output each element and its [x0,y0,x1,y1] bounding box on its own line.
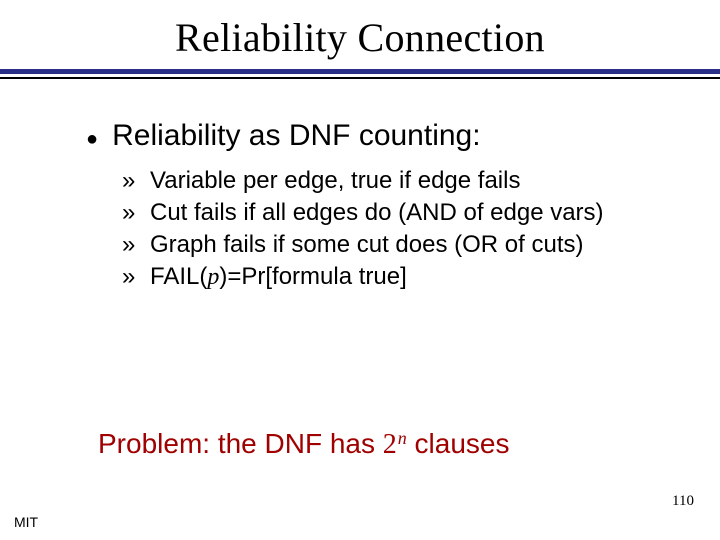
sub-bullet-text-post: )=Pr[formula true] [219,263,406,290]
bullet-level1-text: Reliability as DNF counting: [112,119,480,153]
bullet-level1: ● Reliability as DNF counting: [86,119,672,153]
problem-pre: Problem: the DNF has [98,428,383,459]
rule-thick [0,69,720,74]
sub-bullet-item: » Cut fails if all edges do (AND of edge… [122,199,672,227]
problem-line: Problem: the DNF has 2n clauses [98,428,510,461]
sub-bullet-item: » FAIL(p)=Pr[formula true] [122,263,672,291]
sub-bullet-text: Cut fails if all edges do (AND of edge v… [150,199,604,227]
footer-mit: MIT [14,514,38,530]
problem-base: 2 [383,429,397,460]
sub-bullet-text-pre: FAIL( [150,263,207,290]
title-rule [0,69,720,79]
sub-bullet-text: Graph fails if some cut does (OR of cuts… [150,231,584,259]
raquo-icon: » [122,167,142,195]
slide-title: Reliability Connection [0,0,720,61]
page-number: 110 [672,493,694,510]
slide: Reliability Connection ● Reliability as … [0,0,720,540]
raquo-icon: » [122,231,142,259]
problem-exp: n [398,428,407,448]
slide-body: ● Reliability as DNF counting: » Variabl… [0,79,720,291]
raquo-icon: » [122,263,142,291]
bullet-dot-icon: ● [86,129,98,149]
sub-bullet-list: » Variable per edge, true if edge fails … [122,167,672,291]
sub-bullet-text: FAIL(p)=Pr[formula true] [150,263,407,291]
raquo-icon: » [122,199,142,227]
sub-bullet-text: Variable per edge, true if edge fails [150,167,520,195]
sub-bullet-text-ital: p [207,264,219,290]
problem-post: clauses [407,428,510,459]
sub-bullet-item: » Variable per edge, true if edge fails [122,167,672,195]
sub-bullet-item: » Graph fails if some cut does (OR of cu… [122,231,672,259]
